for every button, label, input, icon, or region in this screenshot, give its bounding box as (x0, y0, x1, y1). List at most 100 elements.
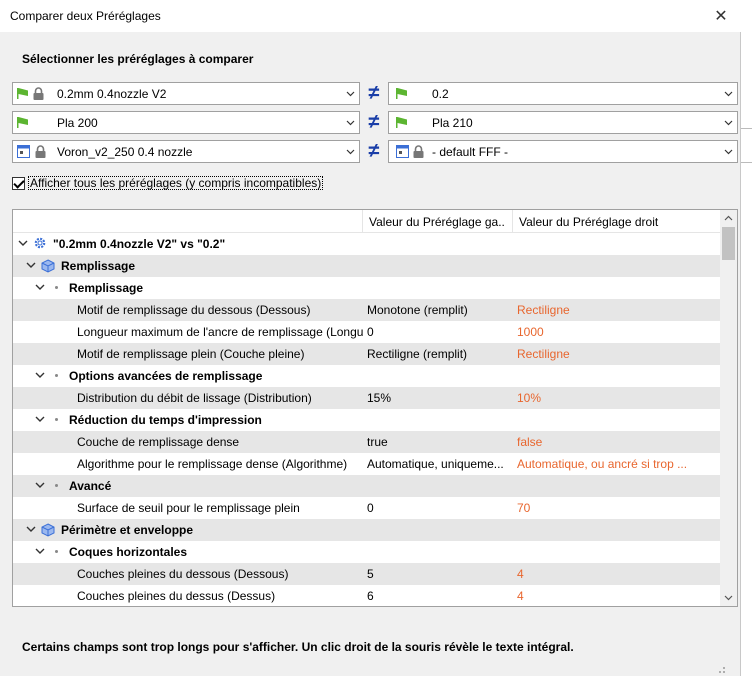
column-header-left-value[interactable]: Valeur du Préréglage ga... (369, 215, 505, 229)
table-row[interactable]: Couches pleines du dessous (Dessous) 5 4 (13, 563, 720, 585)
chevron-down-icon[interactable] (35, 480, 45, 490)
left-value: Rectiligne (remplit) (367, 347, 468, 361)
not-equal-icon: ≠ (368, 82, 380, 104)
combo-value: Pla 210 (432, 116, 473, 130)
bullet-icon (55, 484, 58, 487)
row-label: Coques horizontales (69, 545, 188, 559)
left-value: 0 (367, 501, 374, 515)
row-label: Remplissage (61, 259, 136, 273)
lock-icon (413, 145, 424, 158)
compare-presets-dialog: Comparer deux Préréglages ✕ Sélectionner… (0, 0, 741, 676)
table-row[interactable]: Algorithme pour le remplissage dense (Al… (13, 453, 720, 475)
table-row[interactable]: Motif de remplissage plein (Couche plein… (13, 343, 720, 365)
chevron-down-icon[interactable] (35, 414, 45, 424)
row-label: "0.2mm 0.4nozzle V2" vs "0.2" (53, 237, 226, 251)
tree-rows: "0.2mm 0.4nozzle V2" vs "0.2" Remplissage… (13, 233, 720, 606)
scroll-thumb[interactable] (722, 227, 735, 260)
table-row[interactable]: Surface de seuil pour le remplissage ple… (13, 497, 720, 519)
flag-icon (17, 88, 28, 99)
row-label: Périmètre et enveloppe (61, 523, 194, 537)
chevron-down-icon[interactable] (26, 524, 36, 534)
tree-group-row[interactable]: Coques horizontales (13, 541, 720, 563)
flag-icon (396, 88, 407, 99)
combo-value: Voron_v2_250 0.4 nozzle (57, 145, 193, 159)
right-value: Rectiligne (517, 303, 570, 317)
right-print-preset-combo[interactable]: 0.2 (388, 82, 738, 105)
combo-value: - default FFF - (432, 145, 509, 159)
tree-group-row[interactable]: Remplissage (13, 277, 720, 299)
not-equal-icon: ≠ (368, 140, 380, 162)
tree-group-row[interactable]: Remplissage (13, 255, 720, 277)
table-row[interactable]: Couches pleines du dessus (Dessus) 6 4 (13, 585, 720, 606)
chevron-down-icon[interactable] (35, 546, 45, 556)
right-value: Automatique, ou ancré si trop ... (517, 457, 688, 471)
bullet-icon (55, 550, 58, 553)
row-label: Couches pleines du dessous (Dessous) (77, 567, 289, 581)
comparison-tree[interactable]: Valeur du Préréglage ga... Valeur du Pré… (12, 209, 738, 607)
right-filament-preset-combo[interactable]: Pla 210 (388, 111, 738, 134)
close-button[interactable]: ✕ (701, 0, 741, 32)
chevron-down-icon[interactable] (35, 370, 45, 380)
tree-group-row[interactable]: "0.2mm 0.4nozzle V2" vs "0.2" (13, 233, 720, 255)
left-value: 0 (367, 325, 374, 339)
tree-group-row[interactable]: Réduction du temps d'impression (13, 409, 720, 431)
row-label: Avancé (69, 479, 112, 493)
lock-icon (35, 145, 46, 158)
chevron-down-icon (346, 120, 355, 126)
right-value: 70 (517, 501, 531, 515)
bullet-icon (55, 286, 58, 289)
table-row[interactable]: Longueur maximum de l'ancre de remplissa… (13, 321, 720, 343)
combo-value: Pla 200 (57, 116, 98, 130)
left-printer-preset-combo[interactable]: Voron_v2_250 0.4 nozzle (12, 140, 360, 163)
cube-icon (41, 523, 55, 537)
not-equal-icon: ≠ (368, 111, 380, 133)
left-filament-preset-combo[interactable]: Pla 200 (12, 111, 360, 134)
background-line (741, 162, 752, 163)
show-all-label[interactable]: Afficher tous les préréglages (y compris… (28, 176, 324, 190)
tree-group-row[interactable]: Options avancées de remplissage (13, 365, 720, 387)
left-value: Automatique, uniqueme... (367, 457, 504, 471)
right-value: Rectiligne (517, 347, 570, 361)
row-label: Surface de seuil pour le remplissage ple… (77, 501, 300, 515)
right-value: false (517, 435, 543, 449)
show-all-checkbox[interactable] (12, 176, 25, 190)
row-label: Réduction du temps d'impression (69, 413, 262, 427)
printer-icon (396, 145, 409, 158)
lock-icon (33, 87, 44, 100)
chevron-down-icon (346, 149, 355, 155)
table-row[interactable]: Couche de remplissage dense true false (13, 431, 720, 453)
left-value: 6 (367, 589, 374, 603)
row-label: Couche de remplissage dense (77, 435, 240, 449)
printer-icon (17, 145, 30, 158)
scroll-up-button[interactable] (720, 210, 737, 227)
right-value: 4 (517, 589, 524, 603)
vertical-scrollbar[interactable] (720, 210, 737, 606)
flag-icon (396, 117, 407, 128)
table-row[interactable]: Motif de remplissage du dessous (Dessous… (13, 299, 720, 321)
right-value: 4 (517, 567, 524, 581)
table-row[interactable]: Distribution du débit de lissage (Distri… (13, 387, 720, 409)
resize-grip-icon[interactable] (716, 664, 726, 674)
row-label: Longueur maximum de l'ancre de remplissa… (77, 325, 363, 339)
scroll-down-button[interactable] (720, 589, 737, 606)
column-header-right-value[interactable]: Valeur du Préréglage droit (519, 215, 714, 229)
tree-group-row[interactable]: Avancé (13, 475, 720, 497)
right-printer-preset-combo[interactable]: - default FFF - (388, 140, 738, 163)
combo-value: 0.2mm 0.4nozzle V2 (57, 87, 167, 101)
window-title: Comparer deux Préréglages (10, 9, 161, 23)
right-value: 1000 (517, 325, 544, 339)
combo-value: 0.2 (432, 87, 449, 101)
show-all-presets-toggle[interactable]: Afficher tous les préréglages (y compris… (12, 176, 324, 190)
chevron-down-icon[interactable] (18, 238, 28, 248)
chevron-down-icon[interactable] (35, 282, 45, 292)
tree-group-row[interactable]: Périmètre et enveloppe (13, 519, 720, 541)
left-print-preset-combo[interactable]: 0.2mm 0.4nozzle V2 (12, 82, 360, 105)
chevron-down-icon[interactable] (26, 260, 36, 270)
gear-icon (33, 236, 47, 250)
background-window-edge (741, 0, 752, 676)
right-value: 10% (517, 391, 542, 405)
row-label: Options avancées de remplissage (69, 369, 263, 383)
column-divider (512, 210, 513, 233)
row-label: Motif de remplissage du dessous (Dessous… (77, 303, 311, 317)
flag-icon (17, 117, 28, 128)
